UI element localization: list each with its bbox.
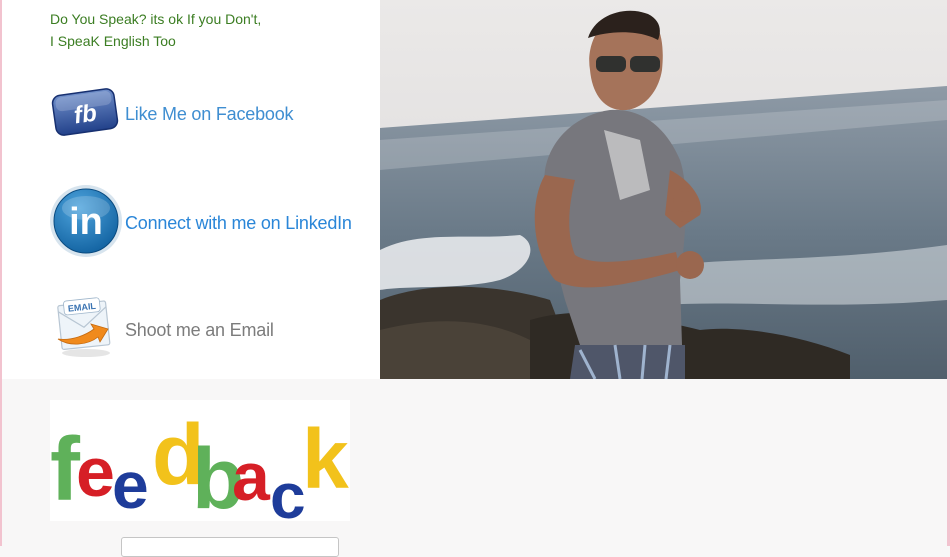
- linkedin-link-label: Connect with me on LinkedIn: [125, 213, 352, 233]
- email-link[interactable]: EMAIL Shoot me an Email: [50, 295, 274, 366]
- profile-photo: [380, 0, 947, 379]
- email-link-label: Shoot me an Email: [125, 320, 274, 340]
- facebook-link-label: Like Me on Facebook: [125, 104, 294, 124]
- facebook-icon: fb: [50, 84, 120, 145]
- svg-text:fb: fb: [72, 100, 98, 130]
- svg-text:c: c: [270, 460, 306, 521]
- svg-text:in: in: [69, 201, 103, 243]
- tagline-line-1: Do You Speak? its ok If you Don't,: [50, 11, 262, 27]
- svg-text:e: e: [112, 448, 149, 521]
- profile-photo-image: [380, 0, 947, 379]
- feedback-input[interactable]: [121, 537, 339, 557]
- svg-text:e: e: [76, 433, 115, 511]
- facebook-link[interactable]: fb Like Me on Facebook: [50, 84, 294, 145]
- tagline: Do You Speak? its ok If you Don't, I Spe…: [50, 8, 261, 52]
- feedback-logo: f e e d b a c k: [50, 400, 350, 532]
- svg-text:a: a: [232, 439, 271, 515]
- email-envelope-icon: EMAIL: [50, 295, 122, 366]
- tagline-line-2: I SpeaK English Too: [50, 33, 176, 49]
- linkedin-link[interactable]: in Connect with me on LinkedIn: [50, 181, 352, 266]
- svg-text:k: k: [302, 412, 349, 506]
- linkedin-icon: in: [50, 181, 122, 266]
